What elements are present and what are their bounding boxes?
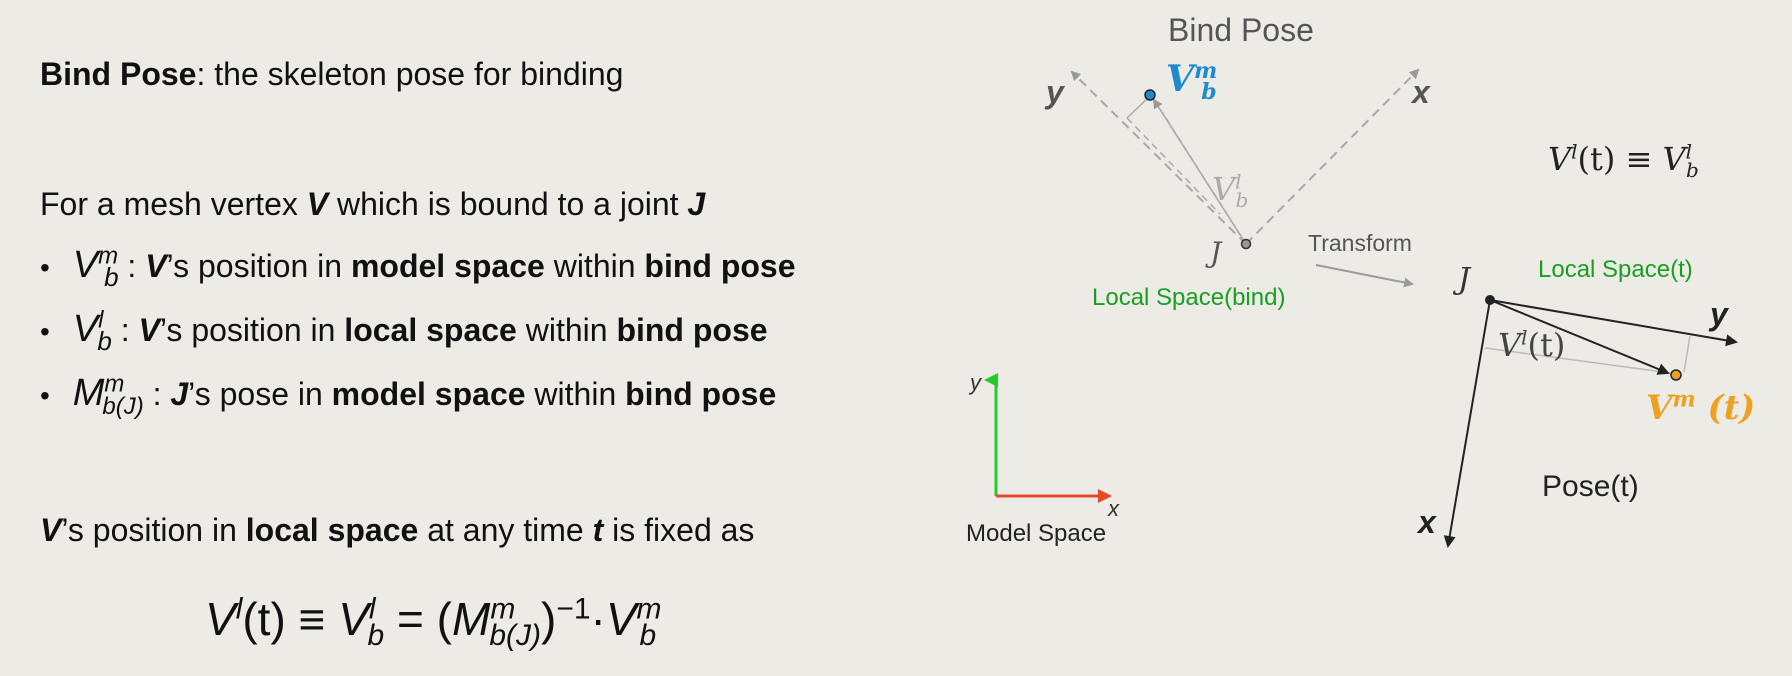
vbm-label: Vmb <box>1166 58 1218 106</box>
model-y-label: y <box>970 370 981 395</box>
bind-y-axis-line <box>1070 70 1247 245</box>
pose-x-axis-label: x <box>1418 504 1436 540</box>
identity-equation: Vl(t) ≡ Vlb <box>1548 139 1699 183</box>
local-space-bind-label: Local Space(bind) <box>1092 284 1286 311</box>
pose-t-label: Pose(t) <box>1542 470 1639 503</box>
bind-pose-title: Bind Pose <box>1168 12 1314 48</box>
vbm-point <box>1144 89 1156 101</box>
bind-x-axis-line <box>1245 68 1420 245</box>
pose-x-axis-line <box>1443 299 1491 548</box>
joint-bind-label: J <box>1210 236 1222 269</box>
vlt-label: Vl(t) <box>1498 325 1566 364</box>
joint-bind-point <box>1240 238 1252 250</box>
pose-y-axis-label: y <box>1710 296 1728 332</box>
vmt-label: Vm (t) <box>1646 386 1756 428</box>
local-space-t-label: Local Space(t) <box>1538 256 1693 283</box>
joint-t-point <box>1485 295 1495 305</box>
bind-y-axis-label: y <box>1046 74 1064 110</box>
transform-label: Transform <box>1308 230 1412 256</box>
vbl-label: Vlb <box>1212 169 1249 213</box>
bind-x-axis-label: x <box>1412 74 1430 110</box>
joint-t-label: J <box>1458 262 1471 297</box>
transform-arrow <box>1315 264 1414 288</box>
vmt-point <box>1670 369 1682 381</box>
model-x-label: x <box>1108 496 1119 521</box>
model-space-label: Model Space <box>966 520 1107 547</box>
